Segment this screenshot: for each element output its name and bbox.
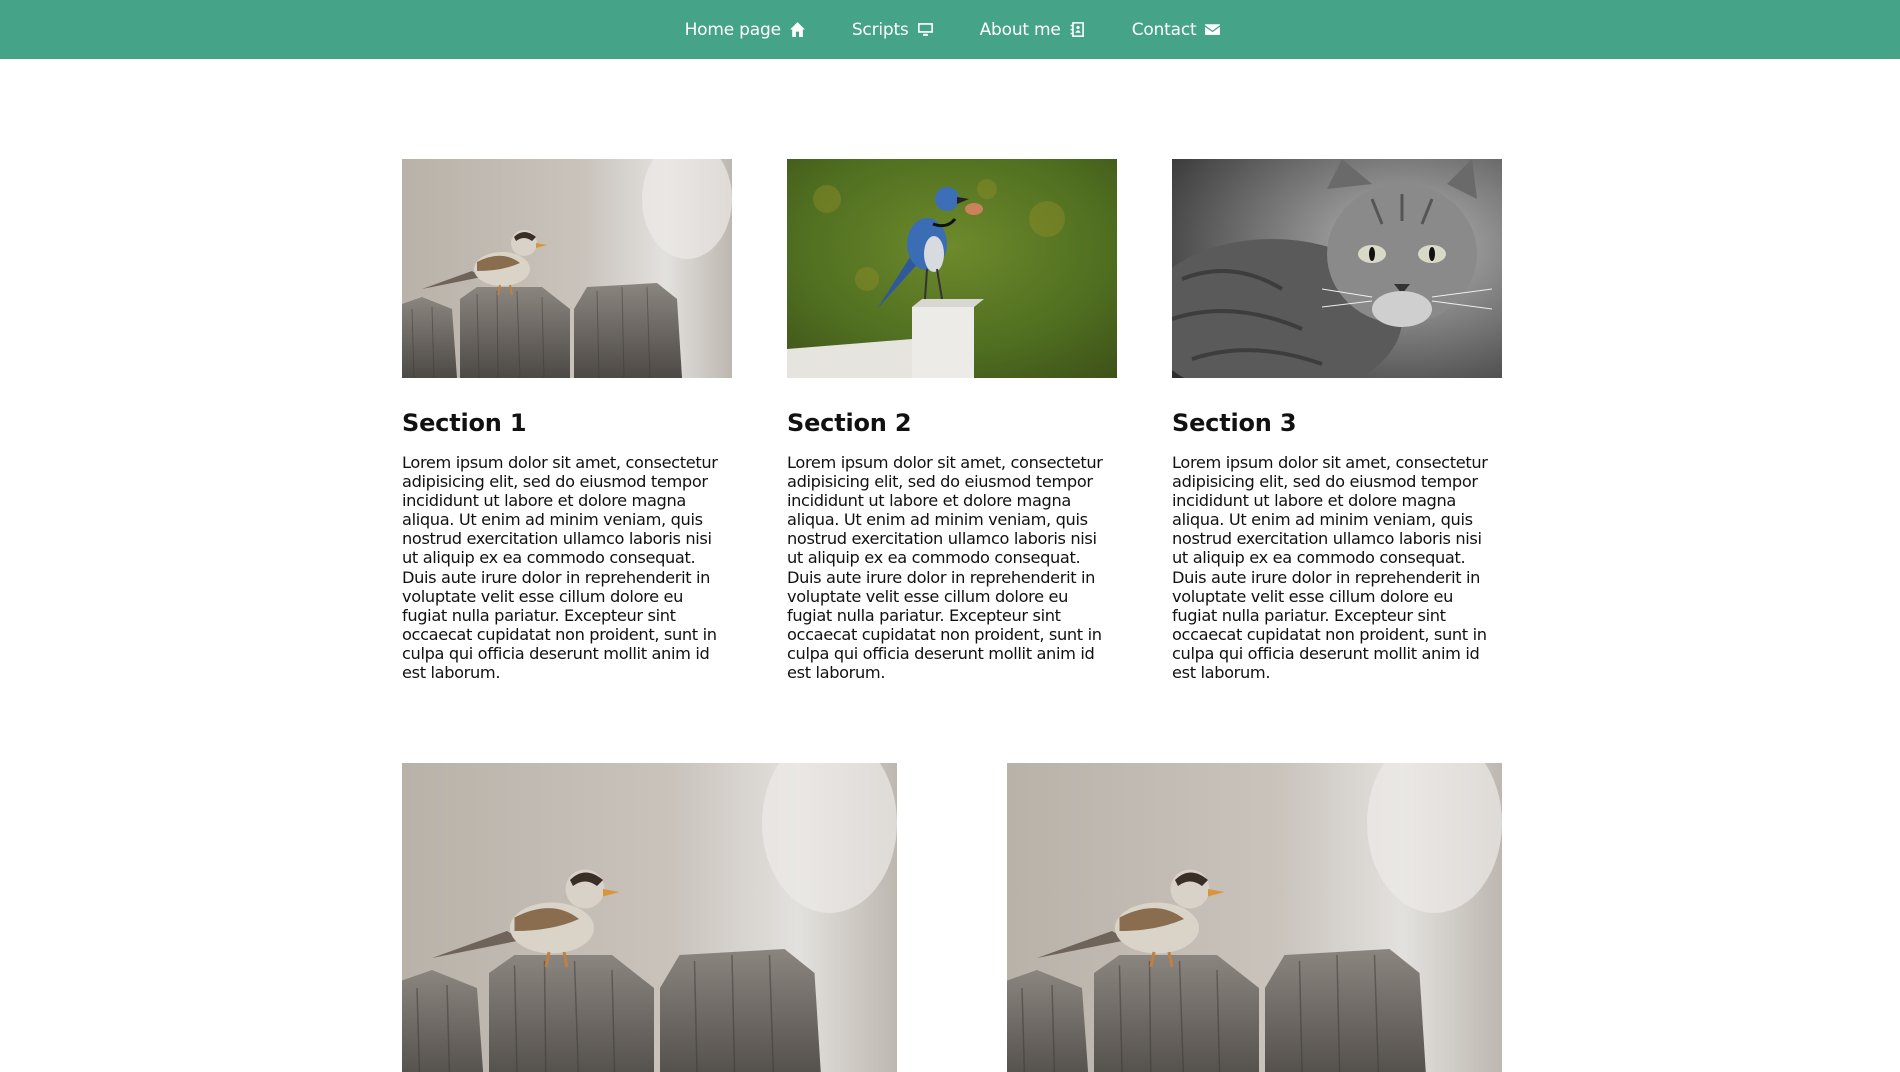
nav-contact-label: Contact <box>1131 19 1197 40</box>
nav-home-link[interactable]: Home page <box>662 0 829 59</box>
nav-scripts-label: Scripts <box>851 19 909 40</box>
nav-scripts-link[interactable]: Scripts <box>829 0 957 59</box>
sparrow-photo-large <box>402 763 897 1072</box>
section-title: Section 1 <box>402 409 527 437</box>
section-text: Lorem ipsum dolor sit amet, consectetur … <box>787 453 1103 683</box>
sparrow-photo-large <box>1007 763 1502 1072</box>
nav-contact-link[interactable]: Contact <box>1109 0 1245 59</box>
top-navigation-bar: Home page Scripts About me Contact <box>0 0 1900 59</box>
section-text: Lorem ipsum dolor sit amet, consectetur … <box>1172 453 1488 683</box>
home-icon <box>789 21 806 38</box>
section-card-3: Section 3 Lorem ipsum dolor sit amet, co… <box>1172 159 1502 682</box>
nav-about-link[interactable]: About me <box>957 0 1109 59</box>
desktop-icon <box>917 21 934 38</box>
nav-list: Home page Scripts About me Contact <box>662 0 1245 59</box>
blue-jay-photo <box>787 159 1117 378</box>
address-book-icon <box>1069 21 1086 38</box>
nav-about-label: About me <box>979 19 1061 40</box>
section-text: Lorem ipsum dolor sit amet, consectetur … <box>402 453 718 683</box>
section-card-1: Section 1 Lorem ipsum dolor sit amet, co… <box>402 159 732 682</box>
cat-photo <box>1172 159 1502 378</box>
section-title: Section 2 <box>787 409 912 437</box>
section-card-2: Section 2 Lorem ipsum dolor sit amet, co… <box>787 159 1117 682</box>
gallery-row <box>402 763 1502 1072</box>
sparrow-photo <box>402 159 732 378</box>
section-title: Section 3 <box>1172 409 1297 437</box>
envelope-icon <box>1204 21 1221 38</box>
sections-row: Section 1 Lorem ipsum dolor sit amet, co… <box>402 159 1502 682</box>
nav-home-label: Home page <box>684 19 781 40</box>
